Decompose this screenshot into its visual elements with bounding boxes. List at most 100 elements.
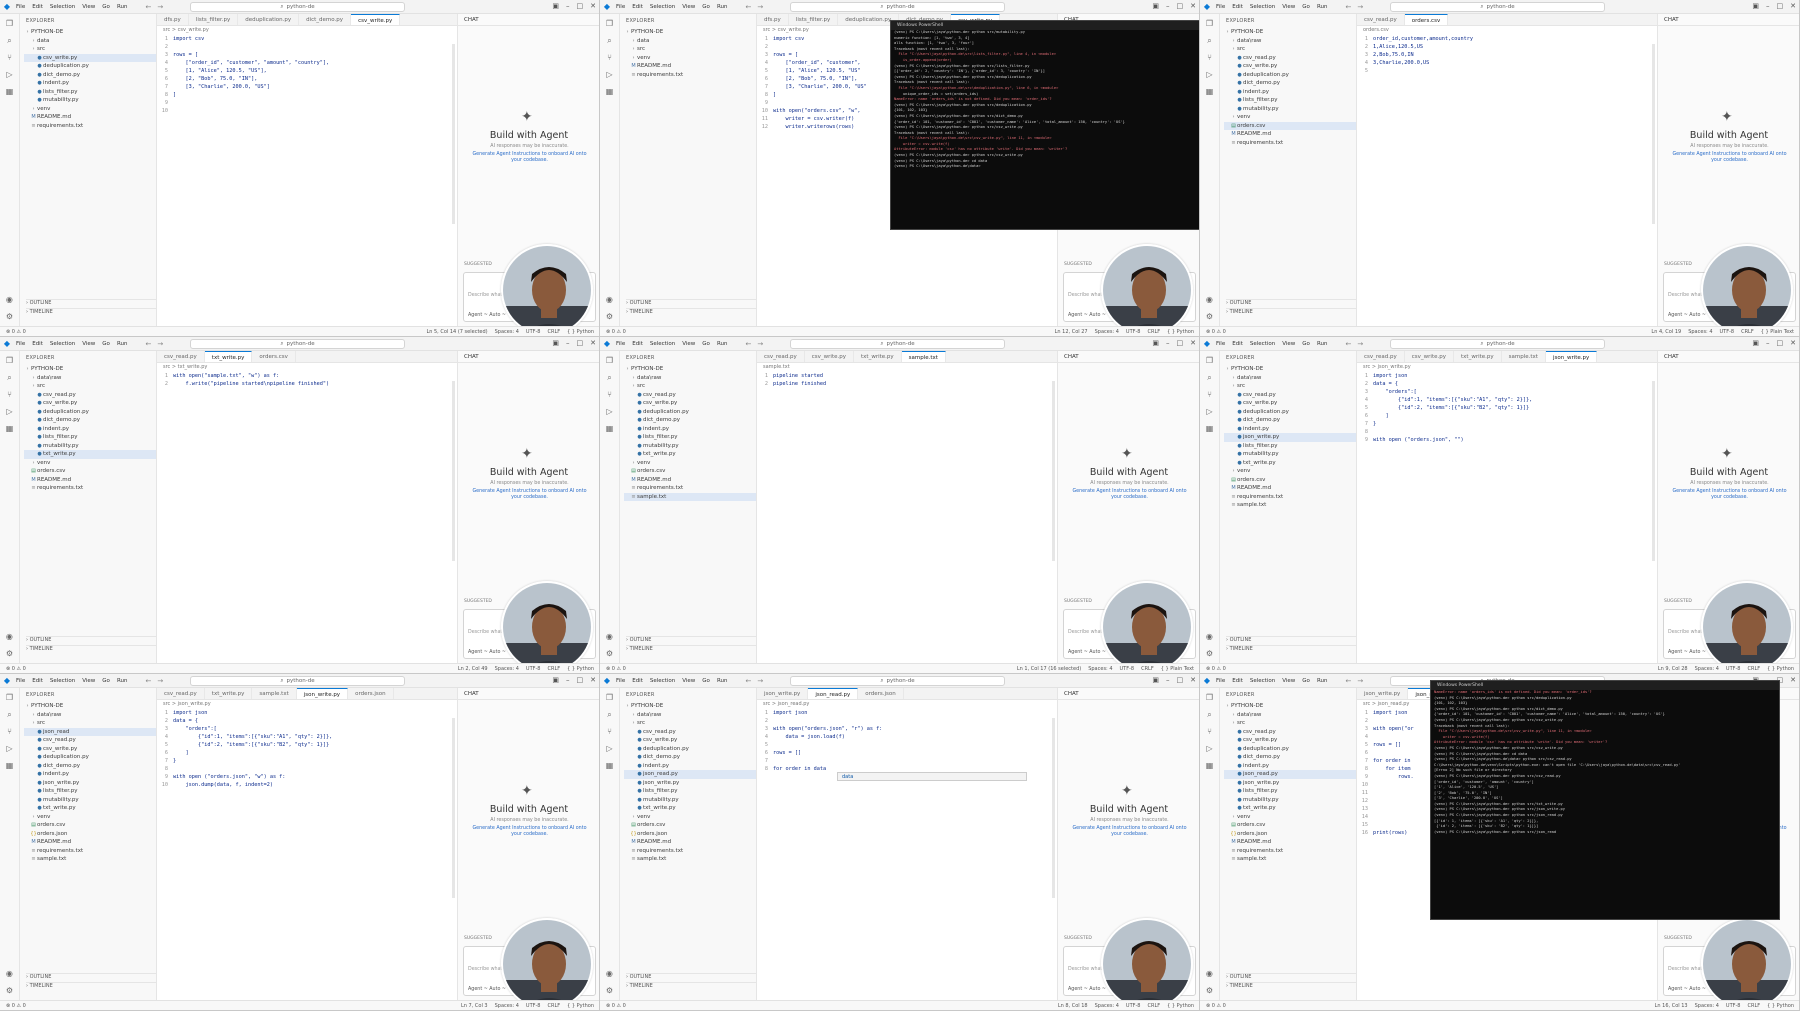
scrollbar[interactable] [1652,44,1655,224]
search-icon[interactable]: ⌕ [607,374,611,382]
file-tree-item[interactable]: ● json_read.py [1224,770,1356,779]
file-tree-item[interactable]: ▤ orders.csv [1224,821,1356,830]
file-tree-item[interactable]: › src [1224,719,1356,728]
editor-tab[interactable]: sample.txt [901,351,946,362]
run-debug-icon[interactable]: ▷ [606,71,612,79]
menu-item-view[interactable]: View [1282,341,1295,347]
file-tree-item[interactable]: › PYTHON-DE [1224,28,1356,37]
menu-item-go[interactable]: Go [1302,4,1310,10]
extensions-icon[interactable]: ▦ [606,88,614,96]
status-item[interactable]: { } Python [1167,1003,1194,1009]
timeline-section[interactable]: › TIMELINE [26,645,156,654]
file-tree-item[interactable]: ● lists_filter.py [1224,442,1356,451]
gear-icon[interactable]: ⚙ [6,987,13,995]
menu-item-file[interactable]: File [1216,4,1225,10]
editor-tab[interactable]: json_write.py [1357,688,1409,699]
file-tree-item[interactable]: › PYTHON-DE [1224,365,1356,374]
file-tree-item[interactable]: › data\raw [24,711,156,720]
gear-icon[interactable]: ⚙ [606,987,613,995]
close-icon[interactable]: ✕ [590,2,596,10]
file-tree-item[interactable]: {} orders.json [1224,830,1356,839]
status-item[interactable]: Spaces: 4 [1695,1003,1719,1009]
menu-item-selection[interactable]: Selection [650,4,675,10]
file-tree-item[interactable]: ● deduplication.py [1224,745,1356,754]
file-tree-item[interactable]: ● indent.py [1224,425,1356,434]
menu-item-view[interactable]: View [682,341,695,347]
file-tree-item[interactable]: {} orders.json [624,830,756,839]
file-tree-item[interactable]: ● mutability.py [1224,105,1356,114]
file-tree-item[interactable]: ● dict_demo.py [24,762,156,771]
search-icon[interactable]: ⌕ [1207,37,1211,45]
editor-tab[interactable]: csv_read.py [757,351,805,362]
outline-section[interactable]: › OUTLINE [26,299,156,308]
status-item[interactable]: CRLF [1141,666,1154,672]
menu-item-file[interactable]: File [16,678,25,684]
file-tree-item[interactable]: M README.md [624,476,756,485]
minimize-icon[interactable]: – [566,2,570,10]
agent-mode-select[interactable]: Agent ~ Auto ~ [468,650,506,655]
source-control-icon[interactable]: ⑂ [1207,728,1212,736]
menu-item-selection[interactable]: Selection [650,341,675,347]
file-tree-item[interactable]: ● lists_filter.py [24,88,156,97]
gear-icon[interactable]: ⚙ [606,313,613,321]
menu-item-edit[interactable]: Edit [1232,4,1243,10]
file-tree-item[interactable]: ● mutability.py [24,796,156,805]
minimize-icon[interactable]: – [1766,2,1770,10]
menu-item-go[interactable]: Go [702,678,710,684]
timeline-section[interactable]: › TIMELINE [626,645,756,654]
file-tree-item[interactable]: ● deduplication.py [24,753,156,762]
status-item[interactable]: UTF-8 [526,329,541,335]
file-tree-item[interactable]: ▤ orders.csv [624,821,756,830]
minimize-icon[interactable]: – [1166,676,1170,684]
status-item[interactable]: { } Python [1167,329,1194,335]
status-item[interactable]: Ln 16, Col 13 [1655,1003,1688,1009]
timeline-section[interactable]: › TIMELINE [626,982,756,991]
file-tree-item[interactable]: ● json_read.py [624,770,756,779]
file-tree-item[interactable]: › data\raw [24,374,156,383]
close-icon[interactable]: ✕ [1790,2,1796,10]
maximize-icon[interactable]: □ [1177,339,1184,347]
menu-item-selection[interactable]: Selection [50,341,75,347]
nav-arrows[interactable]: ←→ [745,340,769,348]
file-tree-item[interactable]: ● dict_demo.py [1224,753,1356,762]
code-area[interactable]: 1 with open("sample.txt", "w") as f: 2 f.w… [157,371,457,388]
file-tree-item[interactable]: ● csv_read.py [624,391,756,400]
problems-count[interactable]: ⊗ 0 ⚠ 0 [6,329,26,335]
menu-item-selection[interactable]: Selection [650,678,675,684]
status-item[interactable]: Spaces: 4 [495,1003,519,1009]
status-item[interactable]: UTF-8 [526,1003,541,1009]
extensions-icon[interactable]: ▦ [6,88,14,96]
file-tree-item[interactable]: ● lists_filter.py [1224,787,1356,796]
editor-tab[interactable]: csv_write.py [1405,351,1454,362]
run-debug-icon[interactable]: ▷ [6,745,12,753]
maximize-icon[interactable]: □ [1777,339,1784,347]
menu-item-view[interactable]: View [682,678,695,684]
file-tree-item[interactable]: ● json_write.py [24,779,156,788]
extensions-icon[interactable]: ▦ [1206,425,1214,433]
layout-icon[interactable]: ▣ [1152,2,1159,10]
scrollbar[interactable] [1052,718,1055,898]
file-tree-item[interactable]: ▤ orders.csv [1224,121,1356,130]
file-tree-item[interactable]: {} orders.json [24,830,156,839]
command-center-search[interactable]: ⌕ python-de [1390,2,1605,12]
maximize-icon[interactable]: □ [577,339,584,347]
maximize-icon[interactable]: □ [577,676,584,684]
file-tree-item[interactable]: ● mutability.py [24,96,156,105]
file-tree-item[interactable]: ● lists_filter.py [1224,96,1356,105]
file-tree-item[interactable]: ● dict_demo.py [624,416,756,425]
files-icon[interactable]: ❐ [6,20,13,28]
editor-tab[interactable]: json_write.py [757,688,809,699]
status-item[interactable]: CRLF [1747,1003,1760,1009]
files-icon[interactable]: ❐ [6,694,13,702]
editor-tab[interactable]: csv_read.py [157,351,205,362]
file-tree-item[interactable]: ≡ requirements.txt [1224,493,1356,502]
source-control-icon[interactable]: ⑂ [1207,54,1212,62]
agent-instructions-link[interactable]: Generate Agent Instructions to onboard A… [468,489,591,501]
file-tree-item[interactable]: ● dict_demo.py [24,416,156,425]
file-tree-item[interactable]: › data\raw [1224,37,1356,46]
status-item[interactable]: UTF-8 [1120,666,1135,672]
file-tree-item[interactable]: › src [624,382,756,391]
agent-instructions-link[interactable]: Generate Agent Instructions to onboard A… [1068,489,1191,501]
editor-tab[interactable]: dfs.py [157,14,189,25]
outline-section[interactable]: › OUTLINE [26,636,156,645]
